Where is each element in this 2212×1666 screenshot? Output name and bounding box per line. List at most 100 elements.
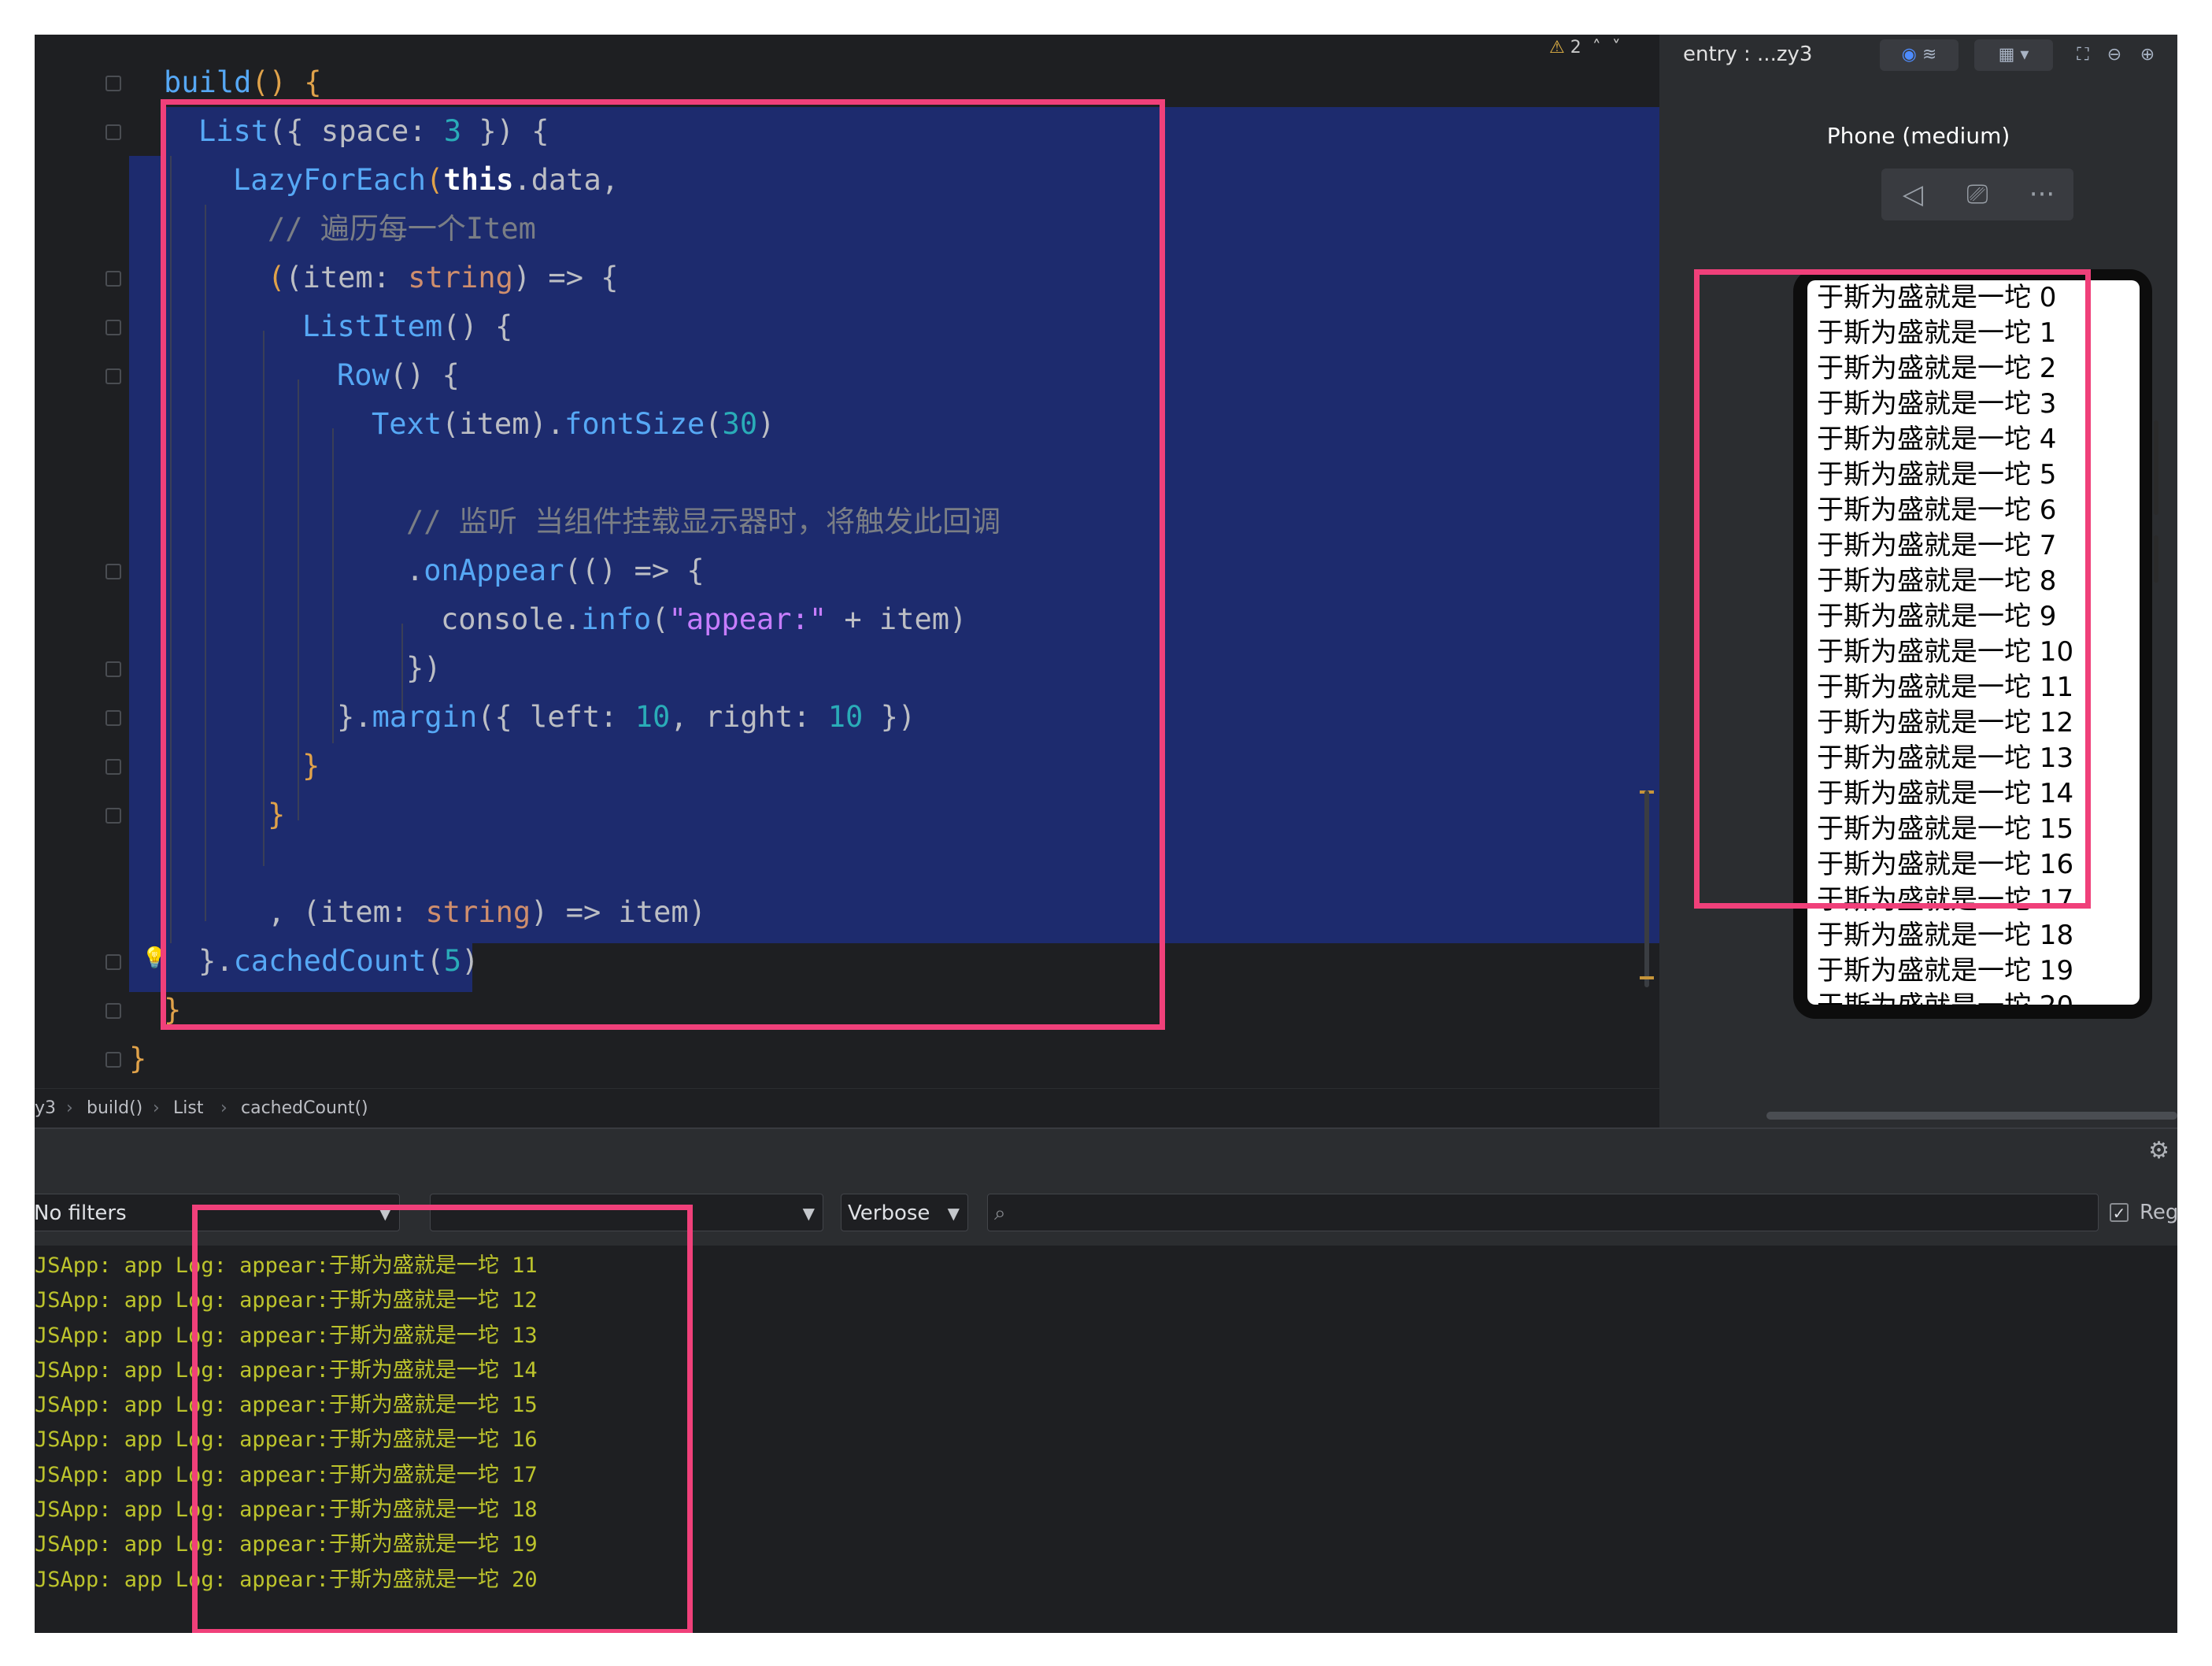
multi-device-toggle[interactable]: ▦ ▾ xyxy=(1974,39,2053,71)
list-item[interactable]: 于斯为盛就是一坨 4 xyxy=(1807,422,2140,457)
fold-marker[interactable] xyxy=(105,710,121,726)
list-item[interactable]: 于斯为盛就是一坨 9 xyxy=(1807,599,2140,635)
inspector-toggle[interactable]: ◉ ≋ xyxy=(1880,39,1959,71)
indent-guide xyxy=(170,156,172,943)
chevron-down-icon: ▼ xyxy=(379,1194,391,1232)
code-line: ListItem() { xyxy=(302,302,512,351)
fold-marker[interactable] xyxy=(105,808,121,824)
breadcrumb-item[interactable]: build() xyxy=(87,1089,142,1128)
previewer-toolbar: entry : ...zy3 ◉ ≋ ▦ ▾ ⛶ ⊖ ⊕ xyxy=(1659,35,2177,80)
regex-checkbox[interactable]: ✓ xyxy=(2110,1203,2129,1222)
breadcrumb-item[interactable]: y3 xyxy=(35,1089,56,1128)
list-item[interactable]: 于斯为盛就是一坨 8 xyxy=(1807,564,2140,599)
list-item[interactable]: 于斯为盛就是一坨 10 xyxy=(1807,635,2140,670)
breadcrumb-item[interactable]: cachedCount() xyxy=(241,1089,368,1128)
fold-marker[interactable] xyxy=(105,320,121,335)
code-line: } xyxy=(129,1035,146,1083)
breadcrumb: y3 › build() › List › cachedCount() xyxy=(35,1088,1659,1128)
code-line: build() { xyxy=(164,58,322,107)
phone-side-button xyxy=(2154,420,2158,515)
phone-side-button xyxy=(2154,535,2158,583)
scroll-marker xyxy=(1640,976,1654,979)
fold-marker[interactable] xyxy=(105,1052,121,1068)
search-icon: ⌕ xyxy=(994,1201,1006,1225)
log-level-select[interactable]: Verbose▼ xyxy=(841,1194,968,1231)
more-icon[interactable]: ··· xyxy=(2010,168,2073,220)
device-name: Phone (medium) xyxy=(1659,123,2177,149)
back-icon[interactable]: ◁ xyxy=(1881,168,1944,220)
list-item[interactable]: 于斯为盛就是一坨 3 xyxy=(1807,387,2140,422)
fold-marker[interactable] xyxy=(105,759,121,775)
list-item[interactable]: 于斯为盛就是一坨 17 xyxy=(1807,883,2140,918)
chevron-down-icon: ▼ xyxy=(803,1194,815,1232)
list-item[interactable]: 于斯为盛就是一坨 14 xyxy=(1807,776,2140,812)
list-item[interactable]: 于斯为盛就是一坨 20 xyxy=(1807,989,2140,1005)
list-item[interactable]: 于斯为盛就是一坨 19 xyxy=(1807,953,2140,989)
chevron-down-icon: ▼ xyxy=(948,1194,960,1232)
fold-marker[interactable] xyxy=(105,124,121,140)
previewer-title[interactable]: entry : ...zy3 xyxy=(1683,43,1812,66)
fold-marker[interactable] xyxy=(105,661,121,677)
rotate-icon[interactable]: ⎚ xyxy=(1946,168,2009,220)
grid-icon: ▦ xyxy=(1999,45,2015,65)
code-line: List({ space: 3 }) { xyxy=(198,107,549,156)
log-search-input[interactable]: ⌕ xyxy=(987,1194,2099,1231)
regex-label: Reg xyxy=(2140,1197,2177,1228)
code-line: console.info("appear:" + item) xyxy=(441,595,967,644)
process-select[interactable]: ▼ xyxy=(430,1194,823,1231)
log-line: JSApp: app Log: appear:于斯为盛就是一坨 12 xyxy=(35,1283,2177,1318)
zoom-out-icon[interactable]: ⊖ xyxy=(2100,39,2129,71)
gear-icon[interactable]: ⚙ xyxy=(2148,1137,2169,1164)
indent-guide xyxy=(298,379,299,820)
list-item[interactable]: 于斯为盛就是一坨 16 xyxy=(1807,847,2140,883)
list-item[interactable]: 于斯为盛就是一坨 12 xyxy=(1807,705,2140,741)
preview-list[interactable]: 于斯为盛就是一坨 0于斯为盛就是一坨 1于斯为盛就是一坨 2于斯为盛就是一坨 3… xyxy=(1807,280,2140,1005)
list-item[interactable]: 于斯为盛就是一坨 11 xyxy=(1807,670,2140,705)
editor-scrollbar[interactable] xyxy=(1644,790,1649,987)
code-line: LazyForEach(this.data, xyxy=(233,156,619,205)
code-line: } xyxy=(164,986,181,1035)
filter-select[interactable]: No filters▼ xyxy=(35,1194,400,1231)
fold-marker[interactable] xyxy=(105,271,121,287)
list-item[interactable]: 于斯为盛就是一坨 7 xyxy=(1807,528,2140,564)
log-panel: ⚙ No filters▼ ▼ Verbose▼ ⌕ ✓ Reg JSApp: … xyxy=(35,1127,2177,1633)
list-item[interactable]: 于斯为盛就是一坨 6 xyxy=(1807,493,2140,528)
code-line: }.cachedCount(5) xyxy=(198,937,479,986)
list-item[interactable]: 于斯为盛就是一坨 5 xyxy=(1807,457,2140,493)
editor-gutter xyxy=(35,35,133,1088)
zoom-in-icon[interactable]: ⊕ xyxy=(2132,39,2163,71)
previewer-panel: entry : ...zy3 ◉ ≋ ▦ ▾ ⛶ ⊖ ⊕ Phone (medi… xyxy=(1659,35,2177,1127)
chevron-down-icon: ▾ xyxy=(2020,45,2029,65)
list-item[interactable]: 于斯为盛就是一坨 0 xyxy=(1807,280,2140,316)
fold-marker[interactable] xyxy=(105,76,121,91)
previewer-scrollbar[interactable] xyxy=(1766,1112,2177,1120)
phone-screen[interactable]: 于斯为盛就是一坨 0于斯为盛就是一坨 1于斯为盛就是一坨 2于斯为盛就是一坨 3… xyxy=(1807,280,2140,1005)
list-item[interactable]: 于斯为盛就是一坨 2 xyxy=(1807,351,2140,387)
log-line: JSApp: app Log: appear:于斯为盛就是一坨 14 xyxy=(35,1353,2177,1388)
code-line: } xyxy=(268,790,285,839)
warning-indicator[interactable]: ⚠ 2 ˄ ˅ xyxy=(1549,38,1621,57)
warning-icon: ⚠ xyxy=(1549,38,1565,57)
fold-marker[interactable] xyxy=(105,368,121,384)
list-item[interactable]: 于斯为盛就是一坨 18 xyxy=(1807,918,2140,953)
list-item[interactable]: 于斯为盛就是一坨 13 xyxy=(1807,741,2140,776)
device-controls: ◁ ⎚ ··· xyxy=(1881,168,2073,220)
log-line: JSApp: app Log: appear:于斯为盛就是一坨 16 xyxy=(35,1423,2177,1457)
log-line: JSApp: app Log: appear:于斯为盛就是一坨 17 xyxy=(35,1458,2177,1493)
lightbulb-icon[interactable]: 💡 xyxy=(142,946,167,970)
fold-marker[interactable] xyxy=(105,954,121,970)
chevron-right-icon: › xyxy=(220,1089,227,1128)
log-line: JSApp: app Log: appear:于斯为盛就是一坨 11 xyxy=(35,1249,2177,1283)
indent-guide xyxy=(332,428,334,743)
chevron-right-icon: › xyxy=(66,1089,73,1128)
crop-icon[interactable]: ⛶ xyxy=(2069,39,2097,71)
breadcrumb-item[interactable]: List xyxy=(173,1089,203,1128)
log-line: JSApp: app Log: appear:于斯为盛就是一坨 19 xyxy=(35,1527,2177,1562)
list-item[interactable]: 于斯为盛就是一坨 1 xyxy=(1807,316,2140,351)
code-line: Text(item).fontSize(30) xyxy=(372,400,775,449)
log-output[interactable]: JSApp: app Log: appear:于斯为盛就是一坨 11JSApp:… xyxy=(35,1249,2177,1598)
fold-marker[interactable] xyxy=(105,564,121,579)
code-editor[interactable]: ⚠ 2 ˄ ˅ build() { List({ space: 3 }) { L… xyxy=(35,35,1659,1088)
list-item[interactable]: 于斯为盛就是一坨 15 xyxy=(1807,812,2140,847)
fold-marker[interactable] xyxy=(105,1003,121,1019)
